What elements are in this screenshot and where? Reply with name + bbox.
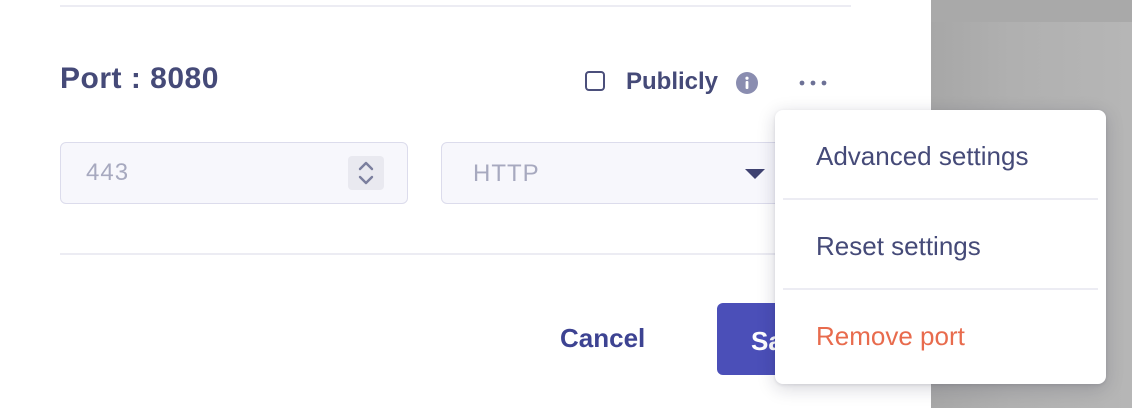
bottom-divider bbox=[60, 253, 851, 255]
protocol-select[interactable]: HTTP bbox=[441, 142, 786, 204]
menu-item-label: Reset settings bbox=[816, 231, 981, 261]
menu-item-advanced-settings[interactable]: Advanced settings bbox=[775, 110, 1106, 198]
menu-item-remove-port[interactable]: Remove port bbox=[775, 290, 1106, 378]
caret-down-icon bbox=[745, 169, 765, 179]
menu-item-label: Advanced settings bbox=[816, 141, 1029, 171]
modal-backdrop-top bbox=[931, 0, 1132, 22]
info-icon[interactable] bbox=[736, 72, 758, 94]
stepper-icon[interactable] bbox=[348, 156, 384, 190]
top-divider bbox=[60, 5, 851, 7]
port-options-menu: Advanced settings Reset settings Remove … bbox=[775, 110, 1106, 384]
stepper-arrows-icon bbox=[358, 161, 374, 185]
publicly-checkbox[interactable] bbox=[585, 71, 605, 91]
protocol-value: HTTP bbox=[473, 160, 540, 187]
more-horizontal-icon[interactable] bbox=[796, 70, 830, 96]
port-number-value: 443 bbox=[86, 159, 130, 186]
menu-item-reset-settings[interactable]: Reset settings bbox=[775, 200, 1106, 288]
menu-item-label: Remove port bbox=[816, 321, 965, 351]
port-title: Port : 8080 bbox=[60, 62, 219, 95]
port-number-input[interactable]: 443 bbox=[60, 142, 408, 204]
cancel-button[interactable]: Cancel bbox=[560, 323, 645, 354]
publicly-label[interactable]: Publicly bbox=[626, 68, 718, 96]
